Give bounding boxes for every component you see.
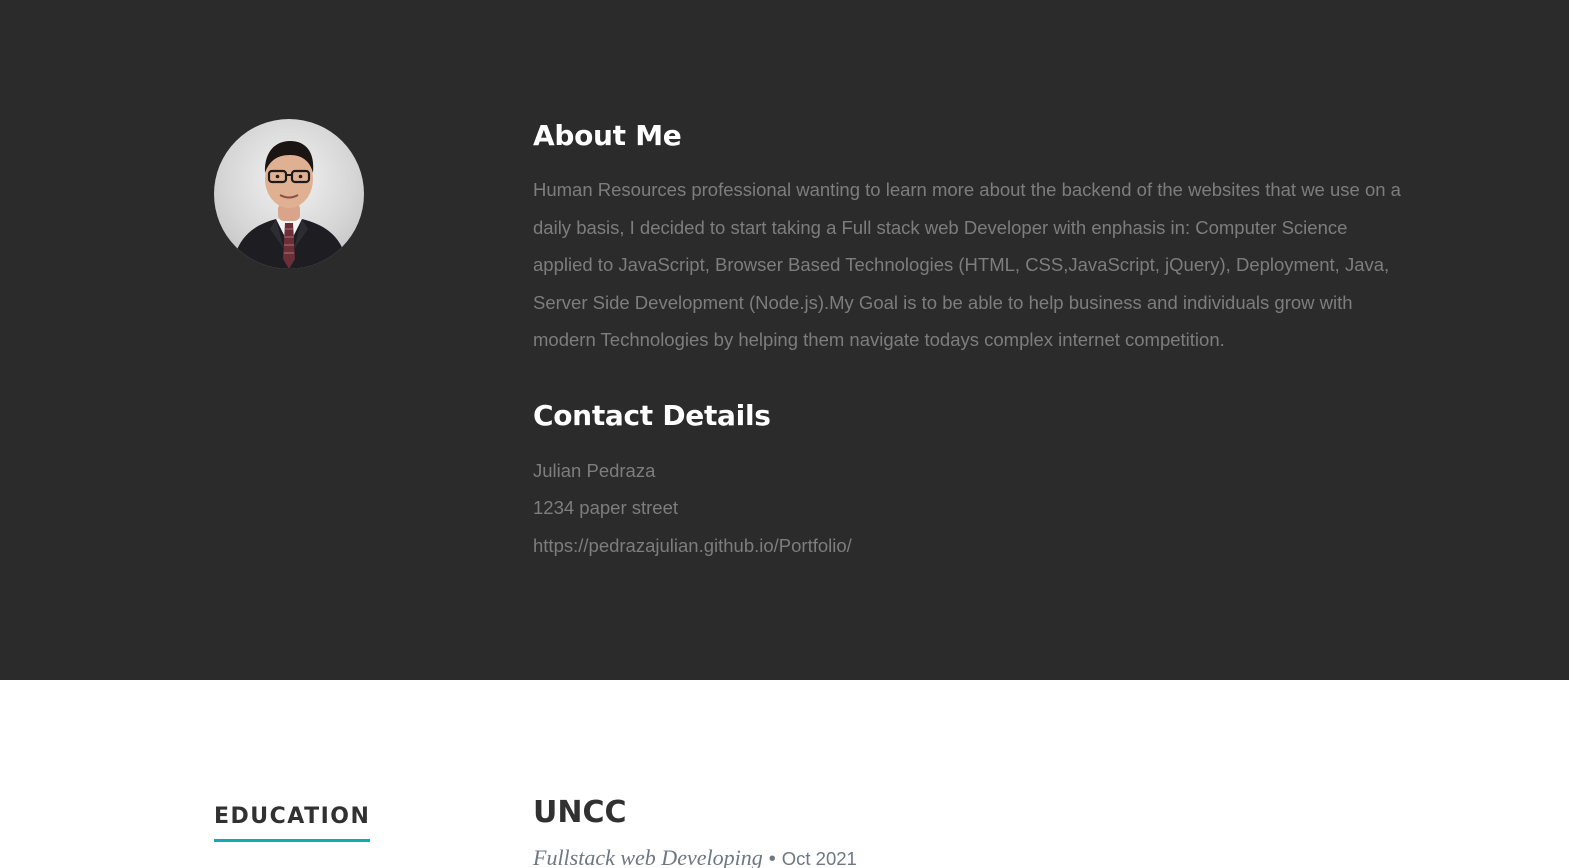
about-me-text: Human Resources professional wanting to … [533, 179, 1401, 350]
education-date: Oct 2021 [781, 848, 857, 868]
contact-details-list: Julian Pedraza 1234 paper street https:/… [533, 452, 1403, 565]
contact-address: 1234 paper street [533, 497, 679, 518]
about-content: About Me Human Resources professional wa… [533, 118, 1403, 564]
about-me-heading: About Me [533, 119, 682, 152]
bullet-separator: • [768, 848, 776, 868]
profile-photo [232, 141, 348, 269]
education-heading: EDUCATION [214, 802, 371, 842]
profile-avatar [214, 119, 364, 269]
contact-website-item: https://pedrazajulian.github.io/Portfoli… [533, 527, 1403, 565]
contact-website-link[interactable]: https://pedrazajulian.github.io/Portfoli… [533, 535, 852, 556]
about-section: About Me Human Resources professional wa… [0, 0, 1569, 680]
contact-details-heading: Contact Details [533, 398, 771, 432]
education-info: Fullstack web Developing • Oct 2021 [533, 844, 857, 868]
education-degree: Fullstack web Developing [533, 845, 763, 868]
education-section: EDUCATION UNCC Fullstack web Developing •… [0, 680, 1569, 868]
education-school: UNCC [533, 795, 627, 830]
contact-name: Julian Pedraza [533, 459, 656, 481]
